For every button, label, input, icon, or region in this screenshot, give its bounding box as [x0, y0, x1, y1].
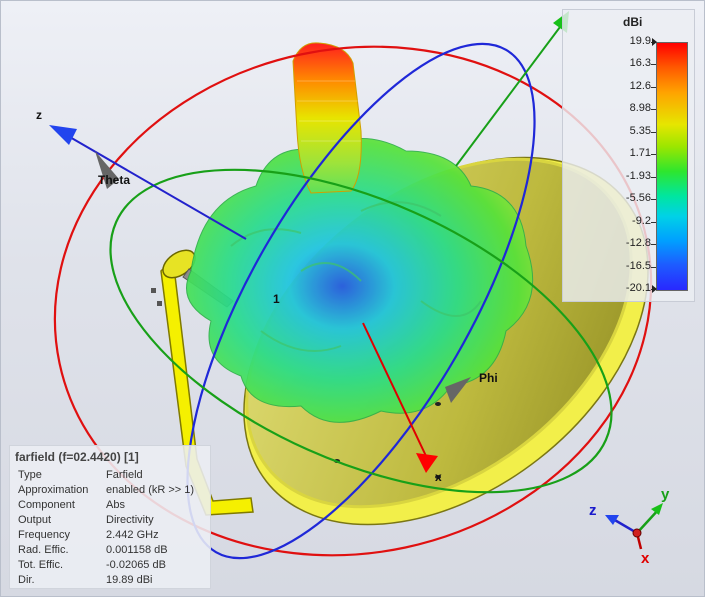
color-scale-tick-mark [651, 64, 656, 66]
info-row: Component Abs [18, 499, 125, 513]
info-row-key: Rad. Effic. [18, 544, 69, 556]
color-scale-tick-label: -20.1 [625, 282, 651, 294]
color-scale-unit: dBi [623, 15, 643, 29]
color-scale-tick-label: -1.93 [625, 169, 651, 182]
color-scale-tick-label: -16.5 [625, 259, 651, 272]
info-row: Rad. Effic. 0.001158 dB [18, 544, 168, 558]
triad-x-label: x [641, 550, 650, 567]
color-scale-tick-mark [651, 199, 656, 201]
color-scale-tick-label: -5.56 [625, 192, 651, 205]
orientation-triad[interactable]: y z x [589, 486, 670, 567]
info-row-key: Type [18, 469, 42, 481]
color-scale-tick-label: 8.98 [629, 102, 651, 115]
info-row-key: Output [18, 514, 52, 526]
color-scale-tick-label: -12.8 [625, 237, 651, 250]
info-row-value: Directivity [106, 514, 154, 526]
radiation-pattern [186, 42, 534, 423]
info-row: Frequency 2.442 GHz [18, 529, 159, 543]
color-scale-tick-mark [651, 131, 656, 133]
info-row-key: Approximation [18, 484, 89, 496]
color-scale-tick-mark [651, 266, 656, 268]
color-scale-tick-mark [651, 86, 656, 88]
color-scale-tick-mark [651, 221, 656, 223]
info-row-value: 2.442 GHz [106, 529, 159, 541]
color-scale-max-marker [652, 38, 657, 46]
info-row-value: -0.02065 dB [106, 559, 166, 571]
color-scale-bar [656, 42, 688, 291]
info-row-value: 19.89 dBi [106, 574, 153, 586]
info-row-value: Farfield [106, 469, 143, 481]
phi-label: Phi [479, 371, 498, 385]
info-row-key: Frequency [18, 529, 70, 541]
z-axis-label: z [36, 108, 42, 122]
color-scale-tick-label: 12.6 [629, 79, 651, 92]
color-scale-tick-mark [651, 109, 656, 111]
farfield-info-panel: farfield (f=02.4420) [1] Type Farfield App… [9, 445, 211, 589]
color-scale-min-marker [652, 285, 657, 293]
info-row-value: Abs [106, 499, 125, 511]
triad-z-label: z [589, 502, 597, 519]
y-axis-line [455, 18, 567, 167]
info-row-key: Component [18, 499, 75, 511]
info-row: Output Directivity [18, 514, 154, 528]
z-axis-arrow [49, 125, 77, 145]
info-row-key: Tot. Effic. [18, 559, 64, 571]
x-axis-label: x [435, 470, 442, 484]
color-scale-tick-label: 19.9 [629, 35, 651, 47]
z-axis-line [55, 128, 247, 240]
info-row-value: 0.001158 dB [106, 544, 168, 556]
color-scale-legend: dBi 19.9 16.3 12.6 8.98 5.35 1.71 -1.93 -5.56 -9… [562, 9, 695, 302]
triad-y-label: y [661, 486, 670, 503]
info-row-key: Dir. [18, 574, 35, 586]
info-row: Dir. 19.89 dBi [18, 574, 152, 588]
port-label: 1 [273, 292, 280, 306]
color-scale-tick-label: 16.3 [629, 57, 651, 70]
color-scale-tick-label: 5.35 [629, 124, 651, 137]
info-row-value: enabled (kR >> 1) [106, 484, 195, 496]
info-row: Tot. Effic. -0.02065 dB [18, 559, 166, 573]
color-scale-tick-mark [651, 176, 656, 178]
color-scale-tick-mark [651, 154, 656, 156]
color-scale-tick-label: -9.2 [632, 214, 651, 227]
info-panel-title: farfield (f=02.4420) [1] [15, 450, 139, 464]
info-row: Type Farfield [18, 469, 143, 483]
color-scale-tick-mark [651, 244, 656, 246]
color-scale-tick-label: 1.71 [629, 147, 651, 160]
farfield-3d-viewport[interactable]: z Theta Phi x 1 y z x dBi 19.9 16.3 12.6 8.… [0, 0, 705, 597]
info-row: Approximation enabled (kR >> 1) [18, 484, 194, 498]
theta-label: Theta [98, 173, 130, 187]
